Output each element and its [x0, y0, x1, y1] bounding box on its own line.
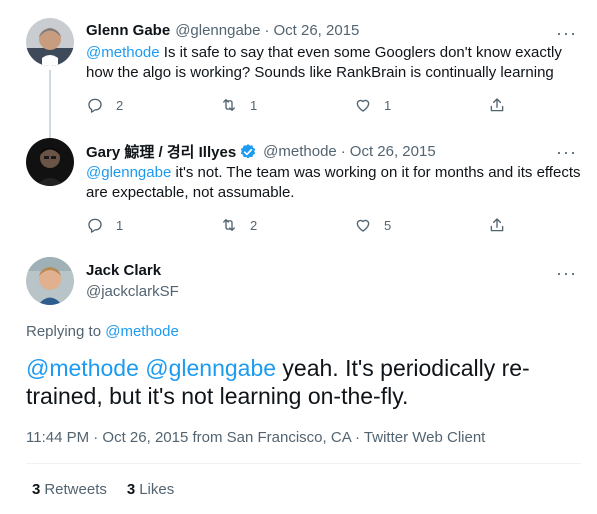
- like-button[interactable]: 5: [354, 216, 391, 234]
- reply-icon: [88, 98, 102, 113]
- like-count: 5: [384, 217, 392, 233]
- author-name[interactable]: Glenn Gabe: [86, 22, 170, 39]
- like-icon: [356, 219, 370, 232]
- retweet-count: 1: [250, 97, 258, 113]
- tweet-actions: 2 1 1: [86, 96, 506, 114]
- more-icon[interactable]: ···: [556, 24, 577, 42]
- reply-button[interactable]: 2: [86, 96, 123, 114]
- share-icon: [490, 98, 504, 112]
- share-icon: [490, 218, 504, 232]
- avatar-gary-illyes[interactable]: [26, 138, 74, 186]
- main-tweet-text: @methode @glenngabe yeah. It's periodica…: [26, 354, 566, 410]
- engagement-stats: 3 Retweets 3 Likes: [32, 481, 174, 498]
- tweet-text: @methode Is it safe to say that even som…: [86, 43, 586, 83]
- author-handle[interactable]: @jackclarkSF: [86, 283, 179, 300]
- more-icon[interactable]: ···: [556, 264, 577, 282]
- mention-link[interactable]: @glenngabe: [86, 164, 171, 181]
- reply-icon: [88, 218, 102, 233]
- mention-link[interactable]: @methode: [26, 355, 139, 381]
- retweets-label: Retweets: [44, 481, 107, 498]
- replying-to-label: Replying to: [26, 323, 102, 340]
- like-button[interactable]: 1: [354, 96, 391, 114]
- tweet-text: @glenngabe it's not. The team was workin…: [86, 163, 586, 203]
- reply-count: 2: [116, 97, 124, 113]
- author-handle[interactable]: @methode: [263, 143, 337, 160]
- tweet-date[interactable]: Oct 26, 2015: [274, 22, 360, 39]
- author-name[interactable]: Jack Clark: [86, 262, 161, 279]
- retweets-stat[interactable]: 3 Retweets: [32, 481, 107, 498]
- retweet-icon: [223, 99, 235, 111]
- separator: ·: [264, 22, 270, 39]
- retweet-icon: [223, 219, 235, 231]
- retweet-button[interactable]: 2: [220, 216, 257, 234]
- author-handle[interactable]: @glenngabe: [175, 22, 260, 39]
- share-button[interactable]: [488, 96, 506, 114]
- retweet-button[interactable]: 1: [220, 96, 257, 114]
- tweet-date[interactable]: Oct 26, 2015: [350, 143, 436, 160]
- verified-badge-icon: [241, 143, 256, 158]
- divider: [26, 463, 581, 464]
- like-icon: [356, 99, 370, 112]
- tweet-header: Gary 鯨理 / 경리 Illyes @methode · Oct 26, 2…: [86, 141, 436, 162]
- reply-count: 1: [116, 217, 124, 233]
- retweet-count: 2: [250, 217, 258, 233]
- mention-link[interactable]: @methode: [86, 44, 160, 61]
- author-name[interactable]: Gary 鯨理 / 경리 Illyes: [86, 141, 236, 162]
- avatar-glenn-gabe[interactable]: [26, 18, 74, 66]
- share-button[interactable]: [488, 216, 506, 234]
- likes-stat[interactable]: 3 Likes: [127, 481, 174, 498]
- replying-to-handle[interactable]: @methode: [105, 323, 179, 340]
- separator: ·: [340, 143, 346, 160]
- reply-button[interactable]: 1: [86, 216, 123, 234]
- likes-count: 3: [126, 481, 136, 498]
- mention-link[interactable]: @glenngabe: [145, 355, 276, 381]
- tweet-metadata[interactable]: 11:44 PM · Oct 26, 2015 from San Francis…: [26, 429, 485, 446]
- tweet-header: Glenn Gabe @glenngabe · Oct 26, 2015: [86, 22, 359, 39]
- likes-label: Likes: [139, 481, 175, 498]
- like-count: 1: [384, 97, 392, 113]
- replying-to: Replying to @methode: [26, 323, 179, 340]
- tweet-actions: 1 2 5: [86, 216, 506, 234]
- thread-line: [49, 70, 51, 138]
- more-icon[interactable]: ···: [556, 143, 577, 161]
- avatar-jack-clark[interactable]: [26, 257, 74, 305]
- retweets-count: 3: [32, 481, 41, 498]
